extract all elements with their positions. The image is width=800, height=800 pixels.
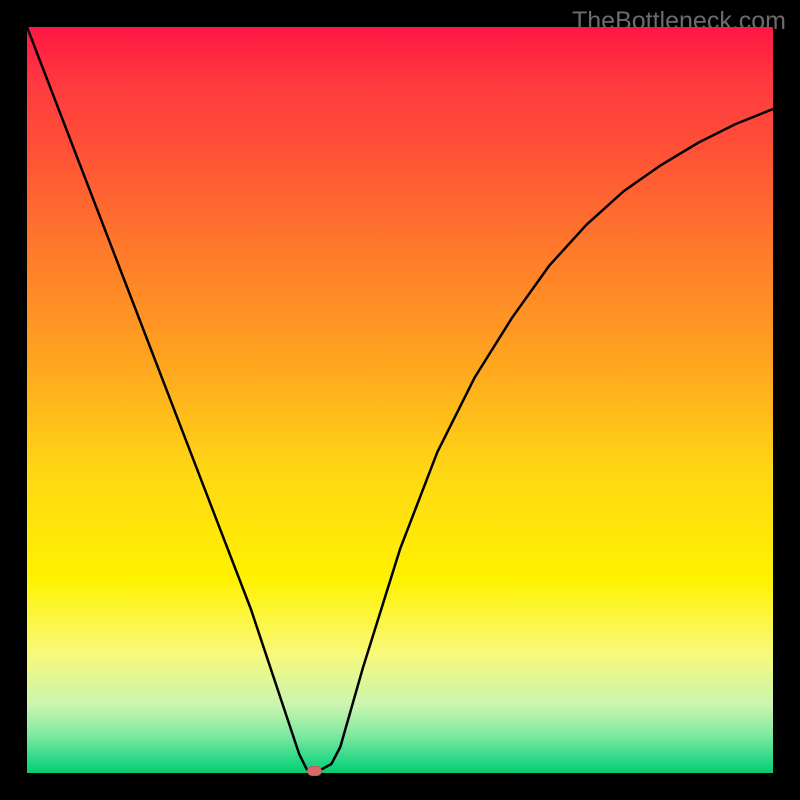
optimal-point-marker — [307, 766, 322, 776]
chart-frame: TheBottleneck.com — [0, 0, 800, 800]
bottleneck-curve — [27, 27, 773, 773]
plot-area — [27, 27, 773, 773]
